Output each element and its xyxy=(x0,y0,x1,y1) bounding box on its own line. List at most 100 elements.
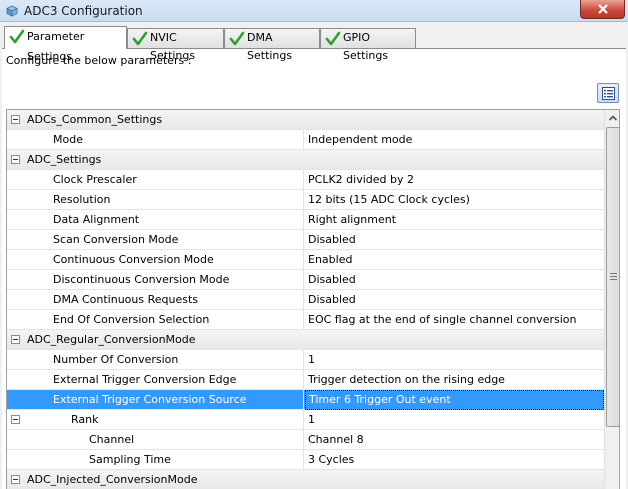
param-value[interactable]: Timer 6 Trigger Out event xyxy=(305,390,604,410)
param-label: Scan Conversion Mode xyxy=(53,233,179,246)
param-value[interactable]: Disabled xyxy=(308,270,356,290)
param-label: Number Of Conversion xyxy=(53,353,179,366)
param-value[interactable]: 1 xyxy=(308,350,315,370)
tree-param-row[interactable]: Data Alignment Right alignment xyxy=(7,210,604,230)
param-label: Sampling Time xyxy=(89,453,171,466)
param-name-cell: ADCs_Common_Settings xyxy=(7,110,604,130)
tab-dma-settings[interactable]: DMA Settings xyxy=(224,28,320,62)
scroll-down-button[interactable] xyxy=(605,473,619,489)
tree-param-row[interactable]: Continuous Conversion Mode Enabled xyxy=(7,250,604,270)
param-name-cell: Data Alignment xyxy=(7,210,304,230)
param-name-cell: ADC_Regular_ConversionMode xyxy=(7,330,604,350)
param-value[interactable]: 3 Cycles xyxy=(308,450,354,470)
param-name-cell: ADC_Settings xyxy=(7,150,604,170)
param-value[interactable]: Disabled xyxy=(308,290,356,310)
tab-gpio-settings[interactable]: GPIO Settings xyxy=(320,28,416,62)
param-value[interactable]: Independent mode xyxy=(308,130,412,150)
tree-group-row[interactable]: ADCs_Common_Settings xyxy=(7,110,604,130)
collapse-toggle-icon[interactable] xyxy=(11,115,20,124)
tree-param-row[interactable]: Number Of Conversion 1 xyxy=(7,350,604,370)
param-label: Rank xyxy=(71,413,99,426)
check-icon xyxy=(9,29,25,44)
param-name-cell: External Trigger Conversion Source xyxy=(7,390,304,410)
view-toggle-button[interactable] xyxy=(597,83,619,103)
collapse-toggle-icon[interactable] xyxy=(11,475,20,484)
app-cube-icon xyxy=(6,5,18,17)
param-name-cell: End Of Conversion Selection xyxy=(7,310,304,330)
collapse-toggle-icon[interactable] xyxy=(11,335,20,344)
title-bar: ADC3 Configuration xyxy=(0,0,628,22)
param-name-cell: Scan Conversion Mode xyxy=(7,230,304,250)
param-label: Data Alignment xyxy=(53,213,140,226)
param-label: Discontinuous Conversion Mode xyxy=(53,273,230,286)
param-value[interactable]: 1 xyxy=(308,410,315,430)
param-name-cell: Clock Prescaler xyxy=(7,170,304,190)
tree-param-row[interactable]: DMA Continuous Requests Disabled xyxy=(7,290,604,310)
param-name-cell: Rank xyxy=(7,410,304,430)
tree-param-row[interactable]: Mode Independent mode xyxy=(7,130,604,150)
tree-param-row[interactable]: Clock Prescaler PCLK2 divided by 2 xyxy=(7,170,604,190)
vertical-scrollbar[interactable] xyxy=(604,110,619,489)
scroll-thumb[interactable] xyxy=(606,127,619,427)
param-name-cell: Discontinuous Conversion Mode xyxy=(7,270,304,290)
param-value[interactable]: 12 bits (15 ADC Clock cycles) xyxy=(308,190,470,210)
collapse-toggle-icon[interactable] xyxy=(11,415,20,424)
param-label: End Of Conversion Selection xyxy=(53,313,210,326)
param-name-cell: DMA Continuous Requests xyxy=(7,290,304,310)
param-name-cell: Resolution xyxy=(7,190,304,210)
param-value[interactable]: Disabled xyxy=(308,230,356,250)
param-label: ADCs_Common_Settings xyxy=(27,113,163,126)
tab-nvic-settings[interactable]: NVIC Settings xyxy=(127,28,224,62)
tab-parameter-settings[interactable]: Parameter Settings xyxy=(4,26,127,63)
param-name-cell: Continuous Conversion Mode xyxy=(7,250,304,270)
tree-param-row[interactable]: External Trigger Conversion Edge Trigger … xyxy=(7,370,604,390)
param-value[interactable]: Channel 8 xyxy=(308,430,364,450)
param-name-cell: Number Of Conversion xyxy=(7,350,304,370)
param-name-cell: External Trigger Conversion Edge xyxy=(7,370,304,390)
tree-group-row[interactable]: ADC_Regular_ConversionMode xyxy=(7,330,604,350)
param-label: Resolution xyxy=(53,193,111,206)
param-label: ADC_Settings xyxy=(27,153,102,166)
parameter-tree: ADCs_Common_Settings Mode Independent mode… xyxy=(6,109,620,489)
tree-group-row[interactable]: ADC_Injected_ConversionMode xyxy=(7,470,604,489)
tree-param-row[interactable]: External Trigger Conversion Source Timer … xyxy=(7,390,604,410)
list-view-icon xyxy=(602,87,615,100)
tree-group-row[interactable]: ADC_Settings xyxy=(7,150,604,170)
param-value[interactable]: PCLK2 divided by 2 xyxy=(308,170,414,190)
tab-label: GPIO Settings xyxy=(343,31,389,62)
param-value[interactable]: Trigger detection on the rising edge xyxy=(308,370,505,390)
param-label: External Trigger Conversion Source xyxy=(53,393,247,406)
check-icon xyxy=(229,31,245,46)
check-icon xyxy=(132,31,148,46)
window-title: ADC3 Configuration xyxy=(24,4,143,18)
close-icon xyxy=(598,4,608,14)
scroll-up-button[interactable] xyxy=(605,110,619,127)
collapse-toggle-icon[interactable] xyxy=(11,155,20,164)
tree-param-row[interactable]: Rank 1 xyxy=(7,410,604,430)
scroll-grip-line xyxy=(610,279,617,280)
param-name-cell: Mode xyxy=(7,130,304,150)
param-label: DMA Continuous Requests xyxy=(53,293,199,306)
tree-param-row[interactable]: Resolution 12 bits (15 ADC Clock cycles) xyxy=(7,190,604,210)
param-value[interactable]: Right alignment xyxy=(308,210,396,230)
close-button[interactable] xyxy=(580,0,625,19)
param-label: Continuous Conversion Mode xyxy=(53,253,214,266)
tree-param-row[interactable]: End Of Conversion Selection EOC flag at t… xyxy=(7,310,604,330)
param-label: Mode xyxy=(53,133,83,146)
tree-param-row[interactable]: Sampling Time 3 Cycles xyxy=(7,450,604,470)
tab-strip: Parameter Settings NVIC Settings DMA Set… xyxy=(4,26,624,63)
param-label: External Trigger Conversion Edge xyxy=(53,373,237,386)
scroll-grip-line xyxy=(610,273,617,274)
tree-param-row[interactable]: Discontinuous Conversion Mode Disabled xyxy=(7,270,604,290)
param-label: ADC_Regular_ConversionMode xyxy=(27,333,196,346)
tab-label: DMA Settings xyxy=(247,31,293,62)
scroll-up-arrow-icon xyxy=(608,115,618,121)
param-name-cell: Channel xyxy=(7,430,304,450)
scroll-grip-line xyxy=(610,276,617,277)
tree-param-row[interactable]: Scan Conversion Mode Disabled xyxy=(7,230,604,250)
param-value[interactable]: Enabled xyxy=(308,250,352,270)
tree-param-row[interactable]: Channel Channel 8 xyxy=(7,430,604,450)
param-value[interactable]: EOC flag at the end of single channel co… xyxy=(308,310,576,330)
param-label: Clock Prescaler xyxy=(53,173,137,186)
param-label: ADC_Injected_ConversionMode xyxy=(27,473,198,486)
